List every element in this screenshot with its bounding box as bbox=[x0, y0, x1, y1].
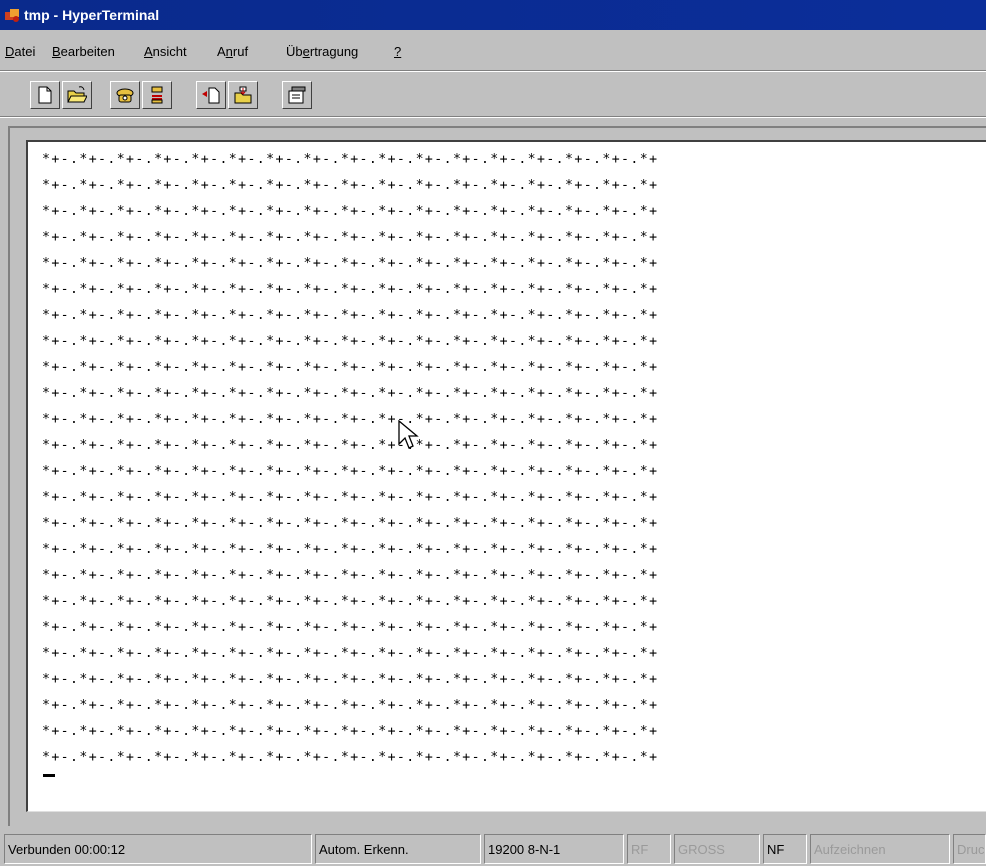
terminal-line: *+-.*+-.*+-.*+-.*+-.*+-.*+-.*+-.*+-.*+-.… bbox=[42, 568, 659, 583]
terminal-line: *+-.*+-.*+-.*+-.*+-.*+-.*+-.*+-.*+-.*+-.… bbox=[42, 672, 659, 687]
terminal-line: *+-.*+-.*+-.*+-.*+-.*+-.*+-.*+-.*+-.*+-.… bbox=[42, 282, 659, 297]
text-cursor bbox=[43, 774, 55, 777]
terminal-screen[interactable]: *+-.*+-.*+-.*+-.*+-.*+-.*+-.*+-.*+-.*+-.… bbox=[26, 140, 986, 812]
window-title: tmp - HyperTerminal bbox=[24, 7, 160, 23]
status-scroll: RF bbox=[627, 834, 671, 864]
status-settings: 19200 8-N-1 bbox=[484, 834, 624, 864]
terminal-line: *+-.*+-.*+-.*+-.*+-.*+-.*+-.*+-.*+-.*+-.… bbox=[42, 620, 659, 635]
terminal-line: *+-.*+-.*+-.*+-.*+-.*+-.*+-.*+-.*+-.*+-.… bbox=[42, 438, 659, 453]
terminal-line: *+-.*+-.*+-.*+-.*+-.*+-.*+-.*+-.*+-.*+-.… bbox=[42, 360, 659, 375]
properties-button[interactable] bbox=[282, 81, 312, 109]
menu-uebertragung[interactable]: Übertragung bbox=[286, 44, 358, 59]
title-bar[interactable]: tmp - HyperTerminal bbox=[0, 0, 986, 30]
status-detect: Autom. Erkenn. bbox=[315, 834, 481, 864]
status-caps: GROSS bbox=[674, 834, 760, 864]
menu-datei[interactable]: Datei bbox=[5, 44, 35, 59]
open-icon bbox=[67, 86, 87, 103]
terminal-line: *+-.*+-.*+-.*+-.*+-.*+-.*+-.*+-.*+-.*+-.… bbox=[42, 516, 659, 531]
terminal-line: *+-.*+-.*+-.*+-.*+-.*+-.*+-.*+-.*+-.*+-.… bbox=[42, 204, 659, 219]
disconnect-button[interactable] bbox=[142, 81, 172, 109]
toolbar-bottom-divider bbox=[0, 116, 986, 118]
menu-bar: Datei Bearbeiten Ansicht Anruf Übertragu… bbox=[0, 40, 986, 66]
terminal-line: *+-.*+-.*+-.*+-.*+-.*+-.*+-.*+-.*+-.*+-.… bbox=[42, 308, 659, 323]
status-capture: Aufzeichnen bbox=[810, 834, 950, 864]
terminal-line: *+-.*+-.*+-.*+-.*+-.*+-.*+-.*+-.*+-.*+-.… bbox=[42, 698, 659, 713]
terminal-line: *+-.*+-.*+-.*+-.*+-.*+-.*+-.*+-.*+-.*+-.… bbox=[42, 334, 659, 349]
status-bar: Verbunden 00:00:12 Autom. Erkenn. 19200 … bbox=[0, 832, 986, 866]
terminal-line: *+-.*+-.*+-.*+-.*+-.*+-.*+-.*+-.*+-.*+-.… bbox=[42, 464, 659, 479]
hyperterminal-icon bbox=[5, 9, 19, 22]
terminal-line: *+-.*+-.*+-.*+-.*+-.*+-.*+-.*+-.*+-.*+-.… bbox=[42, 256, 659, 271]
new-connection-button[interactable] bbox=[30, 81, 60, 109]
terminal-line: *+-.*+-.*+-.*+-.*+-.*+-.*+-.*+-.*+-.*+-.… bbox=[42, 750, 659, 765]
status-print: Drucken bbox=[953, 834, 986, 864]
terminal-line: *+-.*+-.*+-.*+-.*+-.*+-.*+-.*+-.*+-.*+-.… bbox=[42, 490, 659, 505]
receive-file-button[interactable] bbox=[228, 81, 258, 109]
terminal-line: *+-.*+-.*+-.*+-.*+-.*+-.*+-.*+-.*+-.*+-.… bbox=[42, 594, 659, 609]
menu-help[interactable]: ? bbox=[394, 44, 401, 59]
terminal-line: *+-.*+-.*+-.*+-.*+-.*+-.*+-.*+-.*+-.*+-.… bbox=[42, 646, 659, 661]
terminal-line: *+-.*+-.*+-.*+-.*+-.*+-.*+-.*+-.*+-.*+-.… bbox=[42, 412, 659, 427]
menu-bearbeiten[interactable]: Bearbeiten bbox=[52, 44, 115, 59]
disconnect-icon bbox=[151, 86, 163, 104]
menu-anruf[interactable]: Anruf bbox=[217, 44, 248, 59]
call-button[interactable] bbox=[110, 81, 140, 109]
send-file-icon bbox=[202, 87, 220, 104]
toolbar bbox=[0, 75, 986, 115]
terminal-line: *+-.*+-.*+-.*+-.*+-.*+-.*+-.*+-.*+-.*+-.… bbox=[42, 152, 659, 167]
open-button[interactable] bbox=[62, 81, 92, 109]
new-connection-icon bbox=[38, 86, 52, 104]
terminal-line: *+-.*+-.*+-.*+-.*+-.*+-.*+-.*+-.*+-.*+-.… bbox=[42, 230, 659, 245]
status-connection: Verbunden 00:00:12 bbox=[4, 834, 312, 864]
mouse-pointer-icon bbox=[398, 420, 419, 449]
terminal-line: *+-.*+-.*+-.*+-.*+-.*+-.*+-.*+-.*+-.*+-.… bbox=[42, 178, 659, 193]
status-num: NF bbox=[763, 834, 807, 864]
properties-icon bbox=[288, 86, 306, 104]
terminal-line: *+-.*+-.*+-.*+-.*+-.*+-.*+-.*+-.*+-.*+-.… bbox=[42, 386, 659, 401]
send-file-button[interactable] bbox=[196, 81, 226, 109]
call-icon bbox=[116, 88, 134, 103]
menu-ansicht[interactable]: Ansicht bbox=[144, 44, 187, 59]
receive-file-icon bbox=[234, 86, 252, 104]
terminal-line: *+-.*+-.*+-.*+-.*+-.*+-.*+-.*+-.*+-.*+-.… bbox=[42, 724, 659, 739]
terminal-line: *+-.*+-.*+-.*+-.*+-.*+-.*+-.*+-.*+-.*+-.… bbox=[42, 542, 659, 557]
toolbar-divider bbox=[0, 70, 986, 72]
